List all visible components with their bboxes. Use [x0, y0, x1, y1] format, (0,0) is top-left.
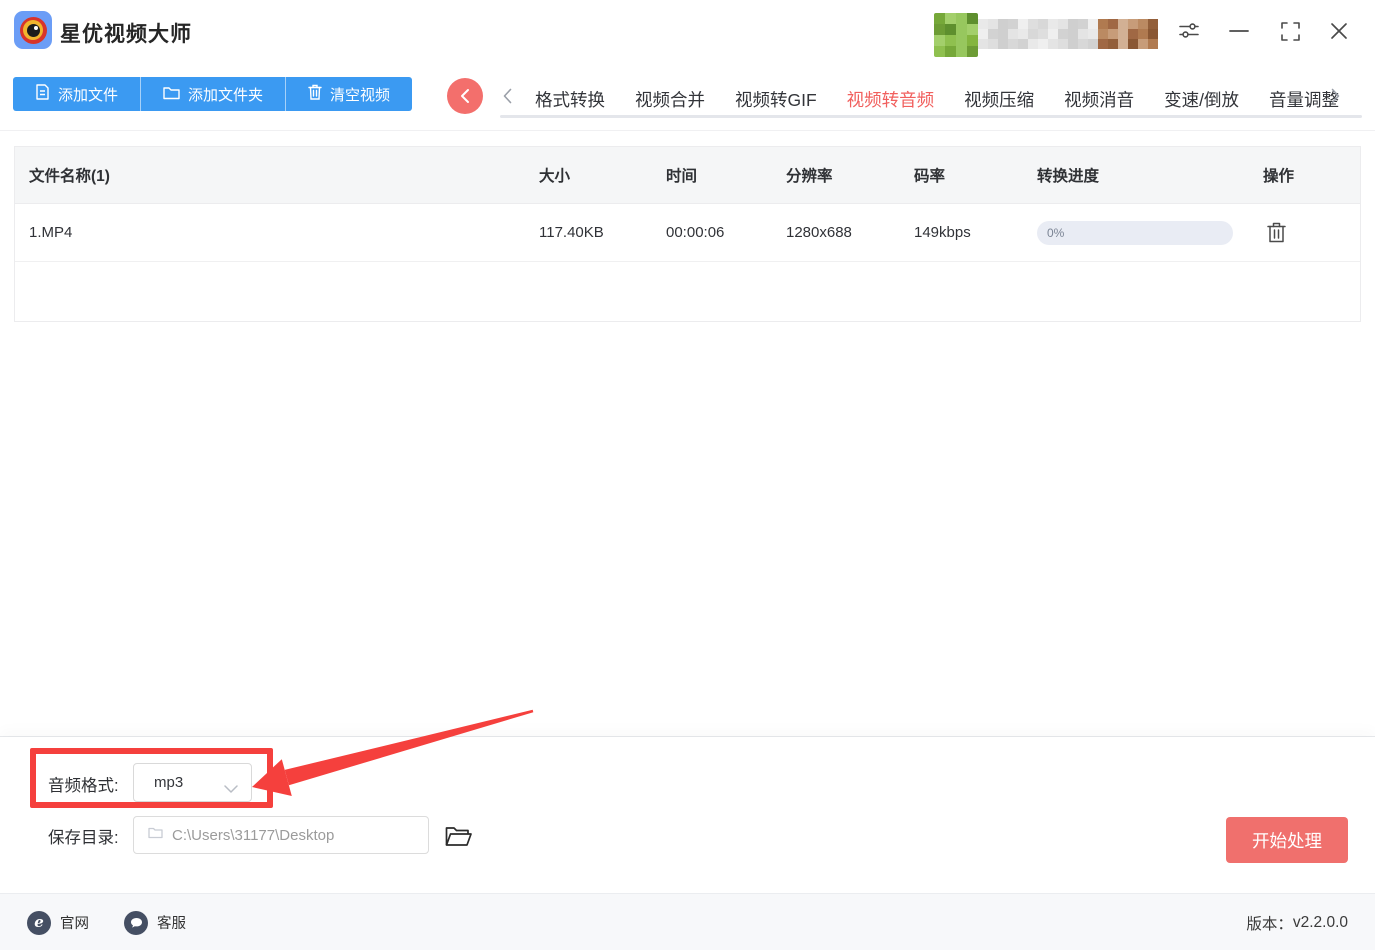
cell-filename: 1.MP4 — [29, 224, 73, 241]
progress-bar: 0% — [1037, 220, 1233, 245]
official-website-label: 官网 — [60, 916, 89, 932]
user-avatar-pixelated[interactable] — [934, 13, 978, 57]
footer: e 官网 客服 版本： v2.2.0.0 — [0, 893, 1375, 950]
chevron-down-icon — [224, 780, 238, 798]
app-title: 星优视频大师 — [60, 23, 192, 46]
col-header-bitrate: 码率 — [914, 168, 946, 185]
file-table: 文件名称(1) 大小 时间 分辨率 码率 转换进度 操作 1.MP4 117.4… — [14, 146, 1361, 322]
col-header-resolution: 分辨率 — [786, 168, 833, 185]
close-button[interactable] — [1324, 16, 1354, 46]
audio-format-value: mp3 — [154, 774, 184, 791]
maximize-button[interactable] — [1275, 16, 1305, 46]
version-info: 版本： v2.2.0.0 — [1246, 894, 1348, 950]
start-processing-button[interactable]: 开始处理 — [1226, 817, 1348, 863]
delete-row-trash-icon[interactable] — [1263, 220, 1289, 246]
audio-format-label: 音频格式: — [48, 777, 119, 795]
save-dir-input[interactable]: C:\Users\31177\Desktop — [133, 816, 429, 854]
cell-size: 117.40KB — [539, 224, 604, 241]
table-header-row: 文件名称(1) 大小 时间 分辨率 码率 转换进度 操作 — [15, 147, 1360, 204]
tab-video-mute[interactable]: 视频消音 — [1064, 81, 1134, 118]
tab-video-to-audio[interactable]: 视频转音频 — [839, 81, 941, 118]
user-badge-pixelated[interactable] — [1098, 19, 1158, 49]
col-header-size: 大小 — [539, 168, 571, 185]
trash-icon — [308, 84, 322, 104]
settings-sliders-icon[interactable] — [1174, 16, 1204, 46]
add-file-button[interactable]: 添加文件 — [13, 77, 140, 111]
settings-panel — [0, 737, 1375, 893]
customer-support-label: 客服 — [157, 916, 186, 932]
app-window: 星优视频大师 添加文件 添加文件夹 清空视频 格式转换 视频合并 视频转GIF … — [0, 0, 1375, 950]
minimize-button[interactable] — [1224, 16, 1254, 46]
file-actions-group: 添加文件 添加文件夹 清空视频 — [13, 77, 413, 111]
browser-e-icon: e — [27, 910, 51, 935]
official-website-link[interactable]: e 官网 — [27, 894, 89, 950]
tab-format-convert[interactable]: 格式转换 — [535, 81, 605, 118]
clear-videos-button[interactable]: 清空视频 — [285, 77, 412, 111]
app-logo-icon — [14, 11, 52, 49]
cell-bitrate: 149kbps — [914, 224, 971, 241]
tabs-underline-track — [500, 115, 1362, 118]
col-header-duration: 时间 — [666, 168, 698, 185]
table-row: 1.MP4 117.40KB 00:00:06 1280x688 149kbps… — [15, 204, 1360, 262]
tab-video-compress[interactable]: 视频压缩 — [964, 81, 1034, 118]
add-folder-button[interactable]: 添加文件夹 — [140, 77, 285, 111]
chevron-left-icon[interactable] — [503, 88, 512, 104]
tab-speed-reverse[interactable]: 变速/倒放 — [1164, 81, 1239, 118]
save-dir-value: C:\Users\31177\Desktop — [172, 826, 335, 844]
col-header-actions: 操作 — [1263, 168, 1295, 185]
version-value: v2.2.0.0 — [1292, 913, 1348, 931]
col-header-progress: 转换进度 — [1037, 168, 1100, 185]
user-name-pixelated[interactable] — [978, 19, 1098, 49]
clear-videos-label: 清空视频 — [330, 86, 391, 104]
header-divider — [0, 130, 1375, 131]
version-label: 版本： — [1246, 915, 1293, 933]
tab-video-to-gif[interactable]: 视频转GIF — [735, 81, 817, 118]
progress-value: 0% — [1047, 225, 1065, 240]
col-header-filename: 文件名称(1) — [29, 168, 110, 185]
chat-bubble-icon — [124, 910, 148, 935]
browse-folder-icon[interactable] — [443, 822, 473, 850]
customer-support-link[interactable]: 客服 — [124, 894, 186, 950]
save-dir-label: 保存目录: — [48, 829, 119, 847]
audio-format-dropdown[interactable]: mp3 — [133, 763, 252, 802]
feature-tabs: 格式转换 视频合并 视频转GIF 视频转音频 视频压缩 视频消音 变速/倒放 音… — [535, 81, 1339, 118]
add-file-label: 添加文件 — [58, 86, 119, 104]
tab-volume-adjust[interactable]: 音量调整 — [1269, 81, 1339, 118]
document-icon — [35, 84, 50, 104]
folder-icon — [163, 85, 180, 104]
folder-small-icon — [148, 826, 163, 844]
add-folder-label: 添加文件夹 — [188, 86, 264, 104]
tabs-scroll-back-button[interactable] — [447, 78, 483, 114]
chevron-right-icon[interactable] — [1331, 88, 1340, 104]
cell-duration: 00:00:06 — [666, 224, 725, 241]
cell-resolution: 1280x688 — [786, 224, 852, 241]
tab-video-merge[interactable]: 视频合并 — [635, 81, 705, 118]
